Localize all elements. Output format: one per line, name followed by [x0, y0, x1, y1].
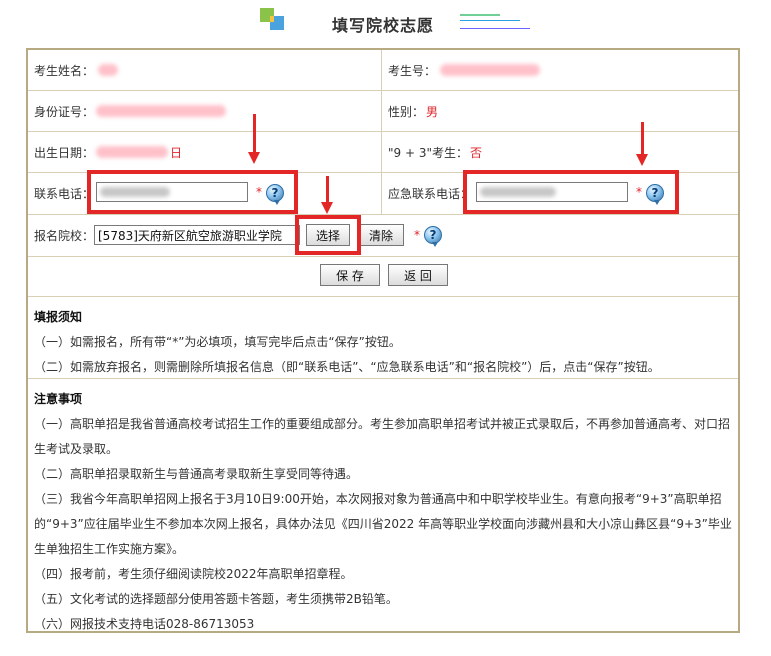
id-number-cell: 身份证号： — [28, 91, 382, 131]
header-decoration-line — [460, 28, 530, 29]
form-row-name: 考生姓名： 考生号： — [28, 50, 738, 91]
attention-section: 注意事项 （一）高职单招是我省普通高校考试招生工作的重要组成部分。考生参加高职单… — [28, 379, 738, 637]
arrow-down-icon — [636, 122, 648, 166]
page-title: 填写院校志愿 — [332, 16, 435, 35]
notice-item: （一）如需报名，所有带“*”为必填项，填写完毕后点击“保存”按钮。 — [34, 335, 401, 349]
school-label: 报名院校： — [34, 229, 95, 243]
back-button[interactable]: 返 回 — [388, 264, 448, 286]
birth-date-cell: 出生日期： 日 — [28, 132, 382, 172]
exam-number-cell: 考生号： — [382, 50, 738, 90]
gender-value: 男 — [426, 104, 439, 119]
page-header: 填写院校志愿 — [0, 0, 771, 44]
phone-label: 联系电话： — [34, 187, 95, 201]
birth-date-label: 出生日期： — [34, 145, 95, 160]
birth-date-redacted — [96, 146, 169, 158]
form-row-id: 身份证号： 性别： 男 — [28, 91, 738, 132]
attention-item: （三）我省今年高职单招网上报名于3月10日9:00开始，本次网报对象为普通高中和… — [34, 492, 732, 556]
school-input[interactable]: [5783]天府新区航空旅游职业学院 — [94, 225, 300, 245]
birth-date-day-suffix: 日 — [170, 145, 183, 160]
form-row-birth: 出生日期： 日 "9 + 3"考生： 否 — [28, 132, 738, 173]
school-help-icon[interactable]: ? — [424, 226, 442, 247]
attention-item: （一）高职单招是我省普通高校考试招生工作的重要组成部分。考生参加高职单招考试并被… — [34, 417, 731, 456]
gender-cell: 性别： 男 — [382, 91, 738, 131]
notice-section: 填报须知 （一）如需报名，所有带“*”为必填项，填写完毕后点击“保存”按钮。 （… — [28, 297, 738, 379]
emergency-phone-label: 应急联系电话： — [388, 187, 473, 201]
attention-item: （五）文化考试的选择题部分使用答题卡答题，考生须携带2B铅笔。 — [34, 592, 398, 606]
id-number-redacted — [96, 105, 227, 117]
application-form-panel: 考生姓名： 考生号： 身份证号： 性别： 男 出生日期： 日 "9 + 3"考生… — [26, 48, 740, 633]
form-row-actions — [28, 257, 738, 297]
header-decoration-line — [460, 20, 520, 21]
exam-number-label: 考生号： — [388, 63, 437, 78]
highlight-box-phone — [87, 170, 298, 214]
arrow-down-icon — [321, 176, 333, 216]
school-required-mark: * — [414, 228, 420, 242]
highlight-box-select-button — [295, 215, 361, 255]
arrow-down-icon — [248, 114, 260, 164]
notice-item: （二）如需放弃报名，则需删除所填报名信息（即“联系电话”、“应急联系电话”和“报… — [34, 360, 660, 374]
highlight-box-emergency-phone — [463, 170, 679, 214]
logo-icon — [260, 8, 284, 30]
gender-label: 性别： — [388, 104, 425, 119]
candidate-name-redacted — [98, 64, 119, 76]
exam-number-redacted — [440, 64, 541, 76]
attention-title: 注意事项 — [34, 392, 83, 406]
nine-three-value: 否 — [470, 145, 483, 160]
attention-item: （二）高职单招录取新生与普通高考录取新生享受同等待遇。 — [34, 467, 359, 481]
save-button[interactable]: 保 存 — [320, 264, 380, 286]
clear-school-button[interactable]: 清除 — [358, 224, 404, 246]
help-glyph: ? — [429, 228, 437, 242]
candidate-name-cell: 考生姓名： — [28, 50, 382, 90]
nine-three-cell: "9 + 3"考生： 否 — [382, 132, 738, 172]
attention-item: （六）网报技术支持电话028-86713053 — [34, 617, 255, 631]
notice-title: 填报须知 — [34, 310, 83, 324]
candidate-name-label: 考生姓名： — [34, 63, 95, 78]
header-decoration-line — [460, 14, 500, 16]
attention-item: （四）报考前，考生须仔细阅读院校2022年高职单招章程。 — [34, 567, 353, 581]
id-number-label: 身份证号： — [34, 104, 95, 119]
nine-three-label: "9 + 3"考生： — [388, 145, 468, 160]
